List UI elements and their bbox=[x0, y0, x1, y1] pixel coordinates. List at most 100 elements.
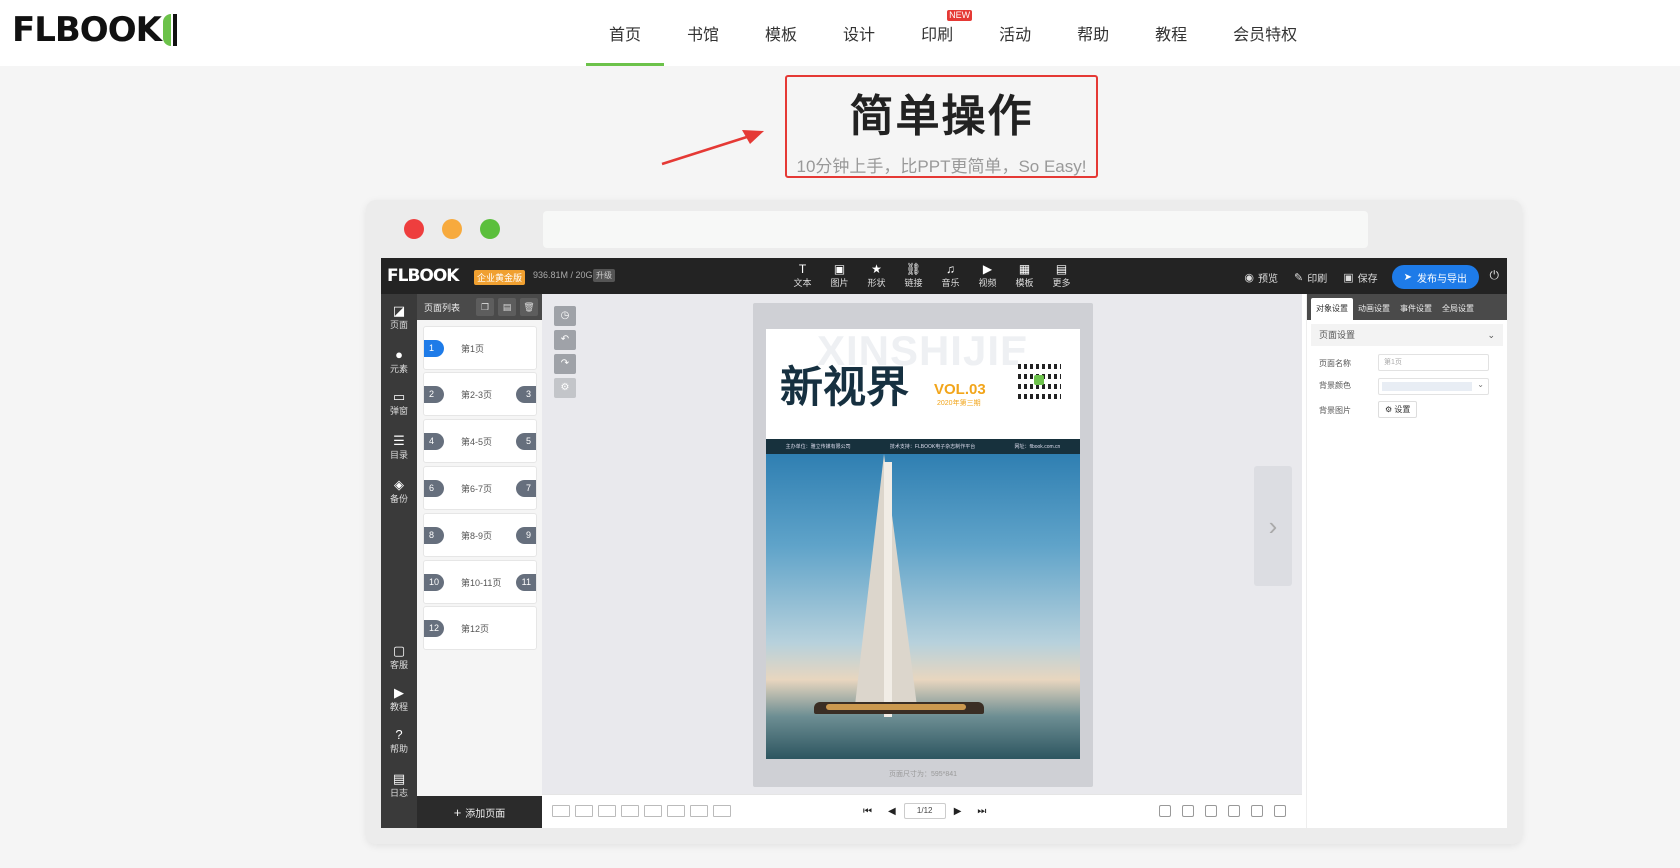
tool-label: 形状 bbox=[867, 278, 886, 288]
add-page-button[interactable]: + 添加页面 bbox=[417, 796, 542, 828]
zoom-out-icon[interactable] bbox=[1228, 805, 1240, 817]
insert-tools: T 文本 ▣ 图片 ★ 形状 ⛓ 链接 ♫ 音乐 ▶ 视频 ▦ 模板 ▤ 更多 bbox=[784, 262, 1080, 289]
nav-item-templates[interactable]: 模板 bbox=[742, 0, 820, 66]
page-number: 2 bbox=[424, 386, 444, 403]
page-item[interactable]: 12 第12页 bbox=[423, 606, 537, 650]
tool-link[interactable]: ⛓ 链接 bbox=[895, 262, 932, 289]
publish-export-button[interactable]: ➤ 发布与导出 bbox=[1391, 265, 1479, 289]
tool-shape[interactable]: ★ 形状 bbox=[858, 262, 895, 289]
copy-page-icon[interactable]: ❐ bbox=[476, 298, 494, 316]
pages-panel-header: 页面列表 ❐ ▤ 🗑 bbox=[417, 294, 542, 320]
nav-label: 设计 bbox=[843, 27, 876, 44]
single-page-icon[interactable] bbox=[1159, 805, 1171, 817]
tab-object-settings[interactable]: 对象设置 bbox=[1311, 298, 1353, 320]
power-icon[interactable]: ⏻ bbox=[1490, 268, 1500, 283]
rail-label: 教程 bbox=[389, 702, 408, 712]
duplicate-page-icon[interactable]: ▤ bbox=[498, 298, 516, 316]
align-middle-icon[interactable] bbox=[644, 805, 662, 817]
rail-item-log[interactable]: ▤ 日志 bbox=[381, 772, 417, 799]
align-top-icon[interactable] bbox=[621, 805, 639, 817]
prev-page-icon[interactable]: ◀ bbox=[888, 806, 896, 817]
tool-video[interactable]: ▶ 视频 bbox=[969, 262, 1006, 289]
undo-icon[interactable]: ↶ bbox=[554, 330, 576, 350]
page-label: 第2-3页 bbox=[461, 390, 493, 400]
page-item[interactable]: 1 第1页 bbox=[423, 326, 537, 370]
delete-page-icon[interactable]: 🗑 bbox=[520, 298, 538, 316]
rail-item-support[interactable]: ▢ 客服 bbox=[381, 644, 417, 671]
tower-spine bbox=[884, 462, 892, 717]
page-name-input[interactable]: 第1页 bbox=[1378, 354, 1489, 371]
rail-item-popup[interactable]: ▭ 弹窗 bbox=[381, 390, 417, 417]
editor-canvas: ◷ ↶ ↷ ⚙ XINSHIJIE 新视界 VOL.03 2020年第三期 主办… bbox=[542, 294, 1302, 794]
rail-label: 目录 bbox=[389, 450, 408, 460]
page-item[interactable]: 2 第2-3页 3 bbox=[423, 372, 537, 416]
nav-label: 模板 bbox=[765, 27, 798, 44]
cover-publisher: 主办单位：雅立传媒有限公司 bbox=[785, 444, 851, 450]
page-settings-section[interactable]: 页面设置 ⌄ bbox=[1311, 324, 1503, 346]
rail-item-backup[interactable]: ◈ 备份 bbox=[381, 478, 417, 505]
tool-image[interactable]: ▣ 图片 bbox=[821, 262, 858, 289]
eye-icon: ◉ bbox=[1244, 271, 1254, 284]
first-page-icon[interactable]: ⏮ bbox=[863, 806, 872, 817]
last-page-icon[interactable]: ⏭ bbox=[977, 806, 986, 817]
page-item[interactable]: 4 第4-5页 5 bbox=[423, 419, 537, 463]
distribute-v-icon[interactable] bbox=[713, 805, 731, 817]
brand-logo[interactable]: FLBOOK bbox=[12, 10, 177, 50]
nav-item-membership[interactable]: 会员特权 bbox=[1210, 0, 1320, 66]
editor-screenshot: FLBOOK 企业黄金版 936.81M / 20G 升级 T 文本 ▣ 图片 ★ 形… bbox=[381, 258, 1507, 828]
history-icon[interactable]: ◷ bbox=[554, 306, 576, 326]
page-number: 10 bbox=[424, 574, 445, 591]
nav-item-library[interactable]: 书馆 bbox=[664, 0, 742, 66]
align-bottom-icon[interactable] bbox=[667, 805, 685, 817]
align-left-icon[interactable] bbox=[552, 805, 570, 817]
print-button[interactable]: ✎ 印刷 bbox=[1294, 270, 1327, 285]
distribute-h-icon[interactable] bbox=[690, 805, 708, 817]
logo-mark-icon bbox=[162, 14, 177, 46]
page-item[interactable]: 6 第6-7页 7 bbox=[423, 466, 537, 510]
ruler-icon[interactable] bbox=[1251, 805, 1263, 817]
window-maximize-dot bbox=[480, 219, 500, 239]
tab-global-settings[interactable]: 全局设置 bbox=[1437, 298, 1479, 320]
link-icon: ⛓ bbox=[905, 262, 922, 276]
tool-template[interactable]: ▦ 模板 bbox=[1006, 262, 1043, 289]
nav-item-tutorials[interactable]: 教程 bbox=[1132, 0, 1210, 66]
rail-item-tutorial[interactable]: ▶ 教程 bbox=[381, 686, 417, 713]
rail-item-elements[interactable]: ● 元素 bbox=[381, 348, 417, 375]
fullscreen-icon[interactable] bbox=[1274, 805, 1286, 817]
next-page-arrow[interactable]: › bbox=[1254, 466, 1292, 586]
tool-music[interactable]: ♫ 音乐 bbox=[932, 262, 969, 289]
rail-label: 帮助 bbox=[389, 744, 408, 754]
upgrade-button[interactable]: 升级 bbox=[593, 269, 615, 282]
zoom-in-icon[interactable] bbox=[1205, 805, 1217, 817]
magazine-cover[interactable]: XINSHIJIE 新视界 VOL.03 2020年第三期 主办单位：雅立传媒有… bbox=[766, 329, 1080, 759]
nav-item-print[interactable]: 印刷 NEW bbox=[898, 0, 976, 66]
bg-image-set-button[interactable]: ⚙ 设置 bbox=[1378, 401, 1418, 418]
preview-button[interactable]: ◉ 预览 bbox=[1244, 270, 1278, 285]
window-minimize-dot bbox=[442, 219, 462, 239]
rail-item-help[interactable]: ? 帮助 bbox=[381, 728, 417, 755]
tab-animation-settings[interactable]: 动画设置 bbox=[1353, 298, 1395, 320]
nav-item-events[interactable]: 活动 bbox=[976, 0, 1054, 66]
tool-more[interactable]: ▤ 更多 bbox=[1043, 262, 1080, 289]
next-page-icon[interactable]: ▶ bbox=[954, 806, 962, 817]
redo-icon[interactable]: ↷ bbox=[554, 354, 576, 374]
page-item[interactable]: 10 第10-11页 11 bbox=[423, 560, 537, 604]
tab-event-settings[interactable]: 事件设置 bbox=[1395, 298, 1437, 320]
nav-item-home[interactable]: 首页 bbox=[586, 0, 665, 66]
bg-color-picker[interactable]: ⌄ bbox=[1378, 378, 1489, 395]
action-label: 印刷 bbox=[1307, 273, 1328, 285]
double-page-icon[interactable] bbox=[1182, 805, 1194, 817]
tool-label: 链接 bbox=[904, 278, 923, 288]
save-button[interactable]: ▣ 保存 bbox=[1343, 270, 1377, 285]
page-number-input[interactable]: 1/12 bbox=[903, 803, 946, 819]
tool-text[interactable]: T 文本 bbox=[784, 262, 821, 289]
align-center-icon[interactable] bbox=[575, 805, 593, 817]
align-right-icon[interactable] bbox=[598, 805, 616, 817]
rail-item-toc[interactable]: ☰ 目录 bbox=[381, 434, 417, 461]
page-number: 12 bbox=[424, 620, 445, 637]
nav-item-design[interactable]: 设计 bbox=[820, 0, 898, 66]
page-item[interactable]: 8 第8-9页 9 bbox=[423, 513, 537, 557]
nav-item-help[interactable]: 帮助 bbox=[1054, 0, 1132, 66]
rail-item-pages[interactable]: ◪ 页面 bbox=[381, 304, 417, 331]
settings-icon[interactable]: ⚙ bbox=[554, 378, 576, 398]
